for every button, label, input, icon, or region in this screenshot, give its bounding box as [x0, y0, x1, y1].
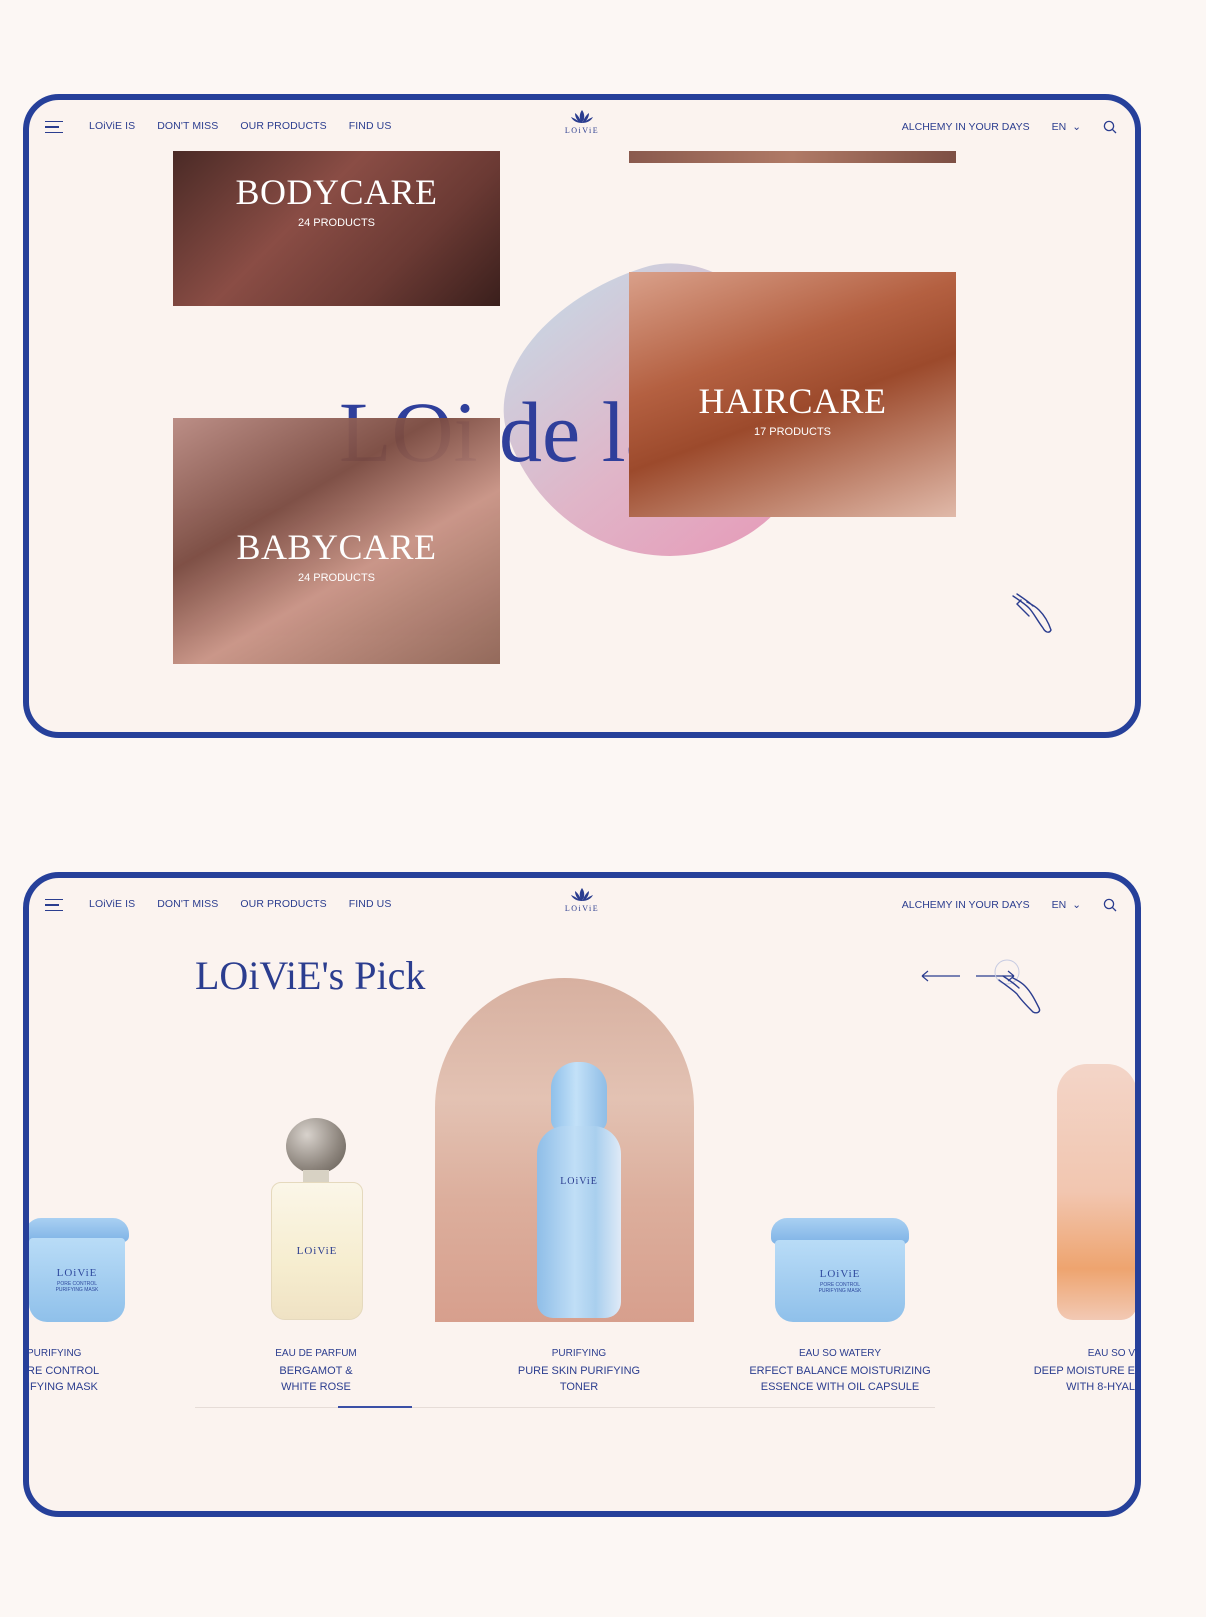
bottle-cap	[551, 1062, 607, 1132]
lotus-logo-icon	[571, 888, 593, 901]
section-title: LOiViE's Pick	[195, 953, 426, 998]
search-icon[interactable]	[1103, 898, 1117, 912]
brand-logo[interactable]: LOiViE	[552, 109, 612, 135]
nav-link-alchemy[interactable]: ALCHEMY IN YOUR DAYS	[902, 121, 1030, 133]
nav-link-find-us[interactable]: FIND US	[349, 120, 392, 132]
product-name-line: ERFECT BALANCE MOISTURIZING	[749, 1364, 931, 1377]
product-category: EAU DE PARFUM	[275, 1348, 357, 1359]
nav-link-loivie-is[interactable]: LOiViE IS	[89, 898, 135, 910]
product-brand: LOiViE	[296, 1245, 338, 1257]
product-pack-text: PORE CONTROL PURIFYING MASK	[818, 1281, 862, 1295]
category-screen: LOiViE IS DON'T MISS OUR PRODUCTS FIND U…	[23, 94, 1141, 738]
nav-link-alchemy[interactable]: ALCHEMY IN YOUR DAYS	[902, 899, 1030, 911]
search-icon[interactable]	[1103, 120, 1117, 134]
product-name-line: BERGAMOT &	[279, 1364, 353, 1377]
top-nav: LOiViE IS DON'T MISS OUR PRODUCTS FIND U…	[29, 878, 1135, 934]
carousel-progress-track	[195, 1407, 935, 1408]
chevron-down-icon: ⌄	[1072, 899, 1081, 911]
top-nav: LOiViE IS DON'T MISS OUR PRODUCTS FIND U…	[29, 100, 1135, 156]
nav-link-loivie-is[interactable]: LOiViE IS	[89, 120, 135, 132]
category-count: 24 PRODUCTS	[297, 572, 376, 584]
perfume-cap	[286, 1118, 346, 1174]
nav-link-find-us[interactable]: FIND US	[349, 898, 392, 910]
product-label[interactable]: EAU SO WATERY ERFECT BALANCE MOISTURIZIN…	[725, 1346, 955, 1396]
product-label[interactable]: EAU DE PARFUM BERGAMOT & WHITE ROSE	[236, 1346, 396, 1396]
product-label[interactable]: EAU SO V DEEP MOISTURE E WITH 8-HYAL	[989, 1346, 1135, 1396]
product-item[interactable]: LOiViE PORE CONTROL PURIFYING MASK	[771, 1218, 909, 1323]
product-image: LOiViE	[271, 1182, 363, 1320]
product-category: EAU SO WATERY	[798, 1348, 882, 1359]
language-value: EN	[1051, 899, 1067, 911]
product-item[interactable]: LOiViE	[537, 1062, 621, 1318]
nav-link-our-products[interactable]: OUR PRODUCTS	[240, 120, 326, 132]
product-category: PURIFYING	[551, 1348, 607, 1359]
category-title: BABYCARE	[236, 527, 437, 567]
nav-links: LOiViE IS DON'T MISS OUR PRODUCTS FIND U…	[89, 898, 391, 910]
category-title: HAIRCARE	[698, 381, 887, 421]
language-value: EN	[1051, 121, 1067, 133]
category-card-haircare[interactable]: HAIRCARE 17 PRODUCTS	[629, 272, 956, 517]
product-name-line: WITH 8-HYAL	[1066, 1381, 1135, 1393]
language-select[interactable]: EN ⌄	[1052, 121, 1081, 133]
product-item[interactable]: LOiViE	[269, 1118, 363, 1320]
carousel-progress-indicator[interactable]	[338, 1406, 412, 1408]
hamburger-menu-icon[interactable]	[45, 121, 63, 134]
product-name-line: IFYING MASK	[27, 1381, 98, 1393]
product-pack-text: PORE CONTROL PURIFYING MASK	[55, 1280, 99, 1294]
product-image: LOiViE PORE CONTROL PURIFYING MASK	[775, 1240, 905, 1322]
arrow-left-icon[interactable]	[921, 970, 961, 982]
category-count: 17 PRODUCTS	[753, 426, 832, 438]
product-brand: LOiViE	[560, 1176, 598, 1187]
product-name-line: RE CONTROL	[27, 1364, 100, 1377]
hand-cursor-icon	[994, 959, 1041, 1014]
category-card-bodycare[interactable]: BODYCARE 24 PRODUCTS	[173, 151, 500, 306]
product-image: LOiViE	[537, 1126, 621, 1318]
product-category: PURIFYING	[27, 1348, 82, 1359]
product-label[interactable]: PURIFYING RE CONTROL IFYING MASK	[27, 1346, 147, 1396]
product-brand: LOiViE	[56, 1266, 98, 1279]
product-name-line: DEEP MOISTURE E	[1033, 1364, 1135, 1377]
logo-wordmark: LOiViE	[564, 126, 600, 135]
hand-cursor-icon	[1012, 593, 1052, 633]
nav-links: LOiViE IS DON'T MISS OUR PRODUCTS FIND U…	[89, 120, 391, 132]
lotus-logo-icon	[571, 110, 593, 123]
nav-link-our-products[interactable]: OUR PRODUCTS	[240, 898, 326, 910]
picks-screen: LOiViE IS DON'T MISS OUR PRODUCTS FIND U…	[23, 872, 1141, 1517]
category-title: BODYCARE	[235, 172, 438, 212]
brand-logo[interactable]: LOiViE	[552, 887, 612, 913]
product-item[interactable]: LOiViE PORE CONTROL PURIFYING MASK	[29, 1218, 129, 1323]
logo-wordmark: LOiViE	[564, 904, 600, 913]
chevron-down-icon: ⌄	[1072, 121, 1081, 133]
language-select[interactable]: EN ⌄	[1052, 899, 1081, 911]
product-name-line: ESSENCE WITH OIL CAPSULE	[760, 1381, 920, 1393]
product-image	[1057, 1064, 1135, 1320]
product-name-line: WHITE ROSE	[281, 1381, 351, 1393]
category-card-babycare[interactable]: BABYCARE 24 PRODUCTS	[173, 418, 500, 664]
product-label[interactable]: PURIFYING PURE SKIN PURIFYING TONER	[489, 1346, 669, 1396]
product-name-line: PURE SKIN PURIFYING	[517, 1364, 641, 1377]
nav-link-dont-miss[interactable]: DON'T MISS	[157, 898, 218, 910]
nav-link-dont-miss[interactable]: DON'T MISS	[157, 120, 218, 132]
product-image: LOiViE PORE CONTROL PURIFYING MASK	[29, 1238, 125, 1322]
hamburger-menu-icon[interactable]	[45, 899, 63, 912]
category-count: 24 PRODUCTS	[297, 217, 376, 229]
product-brand: LOiViE	[819, 1267, 861, 1280]
product-item[interactable]	[1057, 1064, 1135, 1320]
product-category: EAU SO V	[1087, 1348, 1135, 1359]
product-name-line: TONER	[559, 1381, 599, 1393]
